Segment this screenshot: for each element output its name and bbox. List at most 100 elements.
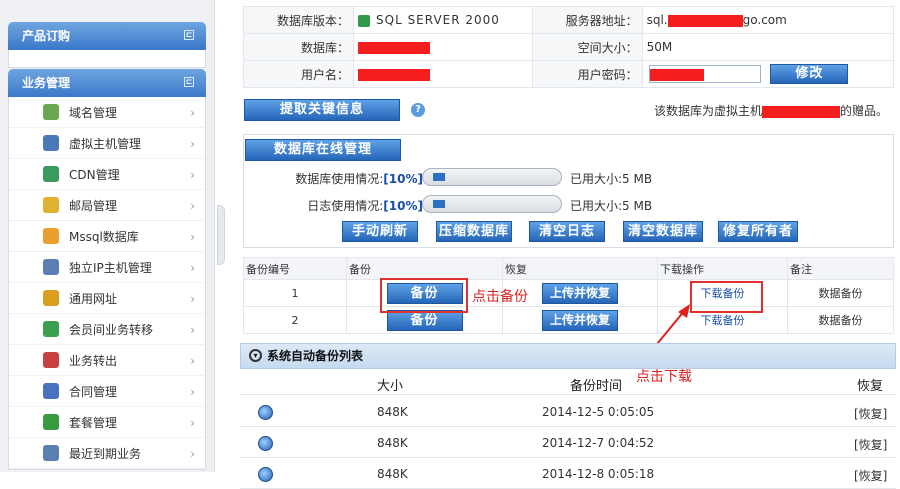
sidebar-item[interactable]: 虚拟主机管理 › bbox=[9, 128, 205, 159]
db-usage-percent: [10%] bbox=[383, 172, 423, 186]
backup-note: 数据备份 bbox=[787, 306, 894, 334]
transfer-out-icon bbox=[43, 352, 59, 368]
database-label: 数据库： bbox=[243, 33, 354, 61]
db-usage-size: 已用大小:5 MB bbox=[570, 172, 653, 186]
auto-backup-title: 系统自动备份列表 bbox=[267, 349, 364, 363]
clear-log-button[interactable]: 清空日志 bbox=[529, 221, 605, 242]
chevron-right-icon: › bbox=[190, 385, 195, 399]
sidebar-item[interactable]: 合同管理 › bbox=[9, 376, 205, 407]
sidebar-item[interactable]: 会员间业务转移 › bbox=[9, 314, 205, 345]
sidebar-item[interactable]: 独立IP主机管理 › bbox=[9, 252, 205, 283]
business-header[interactable]: 业务管理 ⊏ bbox=[8, 69, 206, 97]
sidebar-item[interactable]: Mssql数据库 › bbox=[9, 221, 205, 252]
vhost-icon bbox=[43, 135, 59, 151]
chevron-right-icon: › bbox=[190, 261, 195, 275]
upload-restore-button[interactable]: 上传并恢复 bbox=[542, 309, 618, 331]
db-version-label: 数据库版本： bbox=[243, 6, 354, 34]
log-usage-percent: [10%] bbox=[383, 199, 423, 213]
db-usage-label: 数据库使用情况:[10%] bbox=[295, 170, 423, 187]
chevron-right-icon: › bbox=[190, 230, 195, 244]
sidebar-item-label: 合同管理 bbox=[69, 384, 118, 399]
password-input[interactable] bbox=[648, 65, 761, 83]
product-order-body bbox=[8, 50, 206, 68]
redacted-bar bbox=[358, 41, 430, 54]
backup-size: 848K bbox=[377, 405, 408, 419]
chevron-right-icon: › bbox=[190, 106, 195, 120]
col-auto-restore: 恢复 bbox=[857, 379, 884, 394]
collapse-icon[interactable]: ⊏ bbox=[184, 30, 194, 40]
log-usage-label: 日志使用情况:[10%] bbox=[307, 197, 423, 214]
password-cell: 修改 bbox=[641, 60, 895, 88]
password-label: 用户密码： bbox=[531, 60, 643, 88]
server-address-cell: sql. go.com bbox=[641, 6, 895, 34]
download-backup-link[interactable]: 下载备份 bbox=[701, 314, 745, 327]
username-cell bbox=[353, 60, 533, 88]
expiry-icon bbox=[43, 445, 59, 461]
auto-backup-header[interactable]: ▾ 系统自动备份列表 bbox=[240, 343, 896, 369]
sidebar-item-label: 邮局管理 bbox=[69, 198, 118, 213]
sidebar-item[interactable]: 邮局管理 › bbox=[9, 190, 205, 221]
globe-icon bbox=[258, 405, 273, 420]
clear-db-button[interactable]: 清空数据库 bbox=[623, 221, 703, 242]
repair-owner-button[interactable]: 修复所有者 bbox=[718, 221, 798, 242]
contract-icon bbox=[43, 383, 59, 399]
compress-db-button[interactable]: 压缩数据库 bbox=[436, 221, 512, 242]
chevron-right-icon: › bbox=[190, 323, 195, 337]
online-management-tab[interactable]: 数据库在线管理 bbox=[245, 139, 401, 161]
sidebar-item[interactable]: 业务转出 › bbox=[9, 345, 205, 376]
sidebar-item[interactable]: 套餐管理 › bbox=[9, 407, 205, 438]
list-item: 848K 2014-12-5 0:05:05 [恢复] bbox=[240, 396, 896, 427]
collapse-circle-icon[interactable]: ▾ bbox=[249, 349, 262, 362]
product-order-title: 产品订购 bbox=[22, 29, 71, 43]
database-cell bbox=[353, 33, 533, 61]
sidebar-item-label: 通用网址 bbox=[69, 291, 118, 306]
space-size-value: 50M bbox=[641, 33, 895, 61]
redacted-bar bbox=[761, 105, 840, 118]
redacted-bar bbox=[358, 68, 430, 81]
backup-note: 数据备份 bbox=[787, 279, 894, 307]
sidebar-item[interactable]: CDN管理 › bbox=[9, 159, 205, 190]
sidebar-item[interactable]: 域名管理 › bbox=[9, 97, 205, 128]
gift-prefix: 该数据库为虚拟主机 bbox=[653, 104, 762, 118]
chevron-right-icon: › bbox=[190, 168, 195, 182]
modify-button[interactable]: 修改 bbox=[770, 64, 849, 84]
redacted-bar bbox=[649, 68, 704, 81]
backup-size: 848K bbox=[377, 467, 408, 481]
restore-link[interactable]: [恢复] bbox=[854, 436, 887, 453]
highlight-download-box bbox=[690, 281, 763, 313]
sidebar-item-label: Mssql数据库 bbox=[69, 229, 139, 244]
log-usage-row: 日志使用情况:[10%] 已用大小:5 MB bbox=[244, 193, 893, 215]
collapse-icon[interactable]: ⊏ bbox=[184, 77, 194, 87]
restore-link[interactable]: [恢复] bbox=[854, 405, 887, 422]
refresh-button[interactable]: 手动刷新 bbox=[342, 221, 418, 242]
restore-cell: 上传并恢复 bbox=[502, 306, 658, 334]
server-address-suffix: go.com bbox=[742, 13, 787, 27]
restore-link[interactable]: [恢复] bbox=[854, 467, 887, 484]
chevron-right-icon: › bbox=[190, 137, 195, 151]
business-menu: 域名管理 › 虚拟主机管理 › CDN管理 › 邮局管理 › Mssql数据库 › 独立IP主机管理… bbox=[8, 97, 206, 470]
sidebar-item-label: 套餐管理 bbox=[69, 415, 118, 430]
help-icon[interactable]: ? bbox=[411, 103, 425, 117]
database-info-table: 数据库版本： SQL SERVER 2000 服务器地址： sql. go.com… bbox=[243, 6, 895, 88]
url-icon bbox=[43, 290, 59, 306]
sidebar-toggle-handle[interactable] bbox=[217, 205, 225, 265]
upload-restore-button[interactable]: 上传并恢复 bbox=[542, 282, 618, 304]
server-address-prefix: sql. bbox=[646, 13, 668, 27]
extract-key-info-button[interactable]: 提取关键信息 bbox=[244, 99, 400, 121]
annotation-click-backup: 点击备份 bbox=[472, 289, 528, 305]
extract-row: 提取关键信息 ? 该数据库为虚拟主机 的赠品。 bbox=[244, 98, 894, 122]
sidebar-item[interactable]: 最近到期业务 › bbox=[9, 438, 205, 469]
log-usage-size: 已用大小:5 MB bbox=[570, 199, 653, 213]
product-order-header[interactable]: 产品订购 ⊏ bbox=[8, 22, 206, 50]
backup-size: 848K bbox=[377, 436, 408, 450]
backup-time: 2014-12-5 0:05:05 bbox=[542, 405, 655, 419]
chevron-right-icon: › bbox=[190, 354, 195, 368]
backup-header-row: 备份编号 备份 恢复 下载操作 备注 bbox=[243, 257, 894, 280]
sidebar-item[interactable]: 通用网址 › bbox=[9, 283, 205, 314]
gift-suffix: 的赠品。 bbox=[839, 104, 888, 118]
log-usage-fill bbox=[433, 200, 445, 208]
list-item: 848K 2014-12-7 0:04:52 [恢复] bbox=[240, 427, 896, 458]
database-icon bbox=[43, 228, 59, 244]
auto-backup-columns: 大小 备份时间 恢复 bbox=[240, 369, 896, 395]
db-version-value: SQL SERVER 2000 bbox=[376, 13, 500, 27]
